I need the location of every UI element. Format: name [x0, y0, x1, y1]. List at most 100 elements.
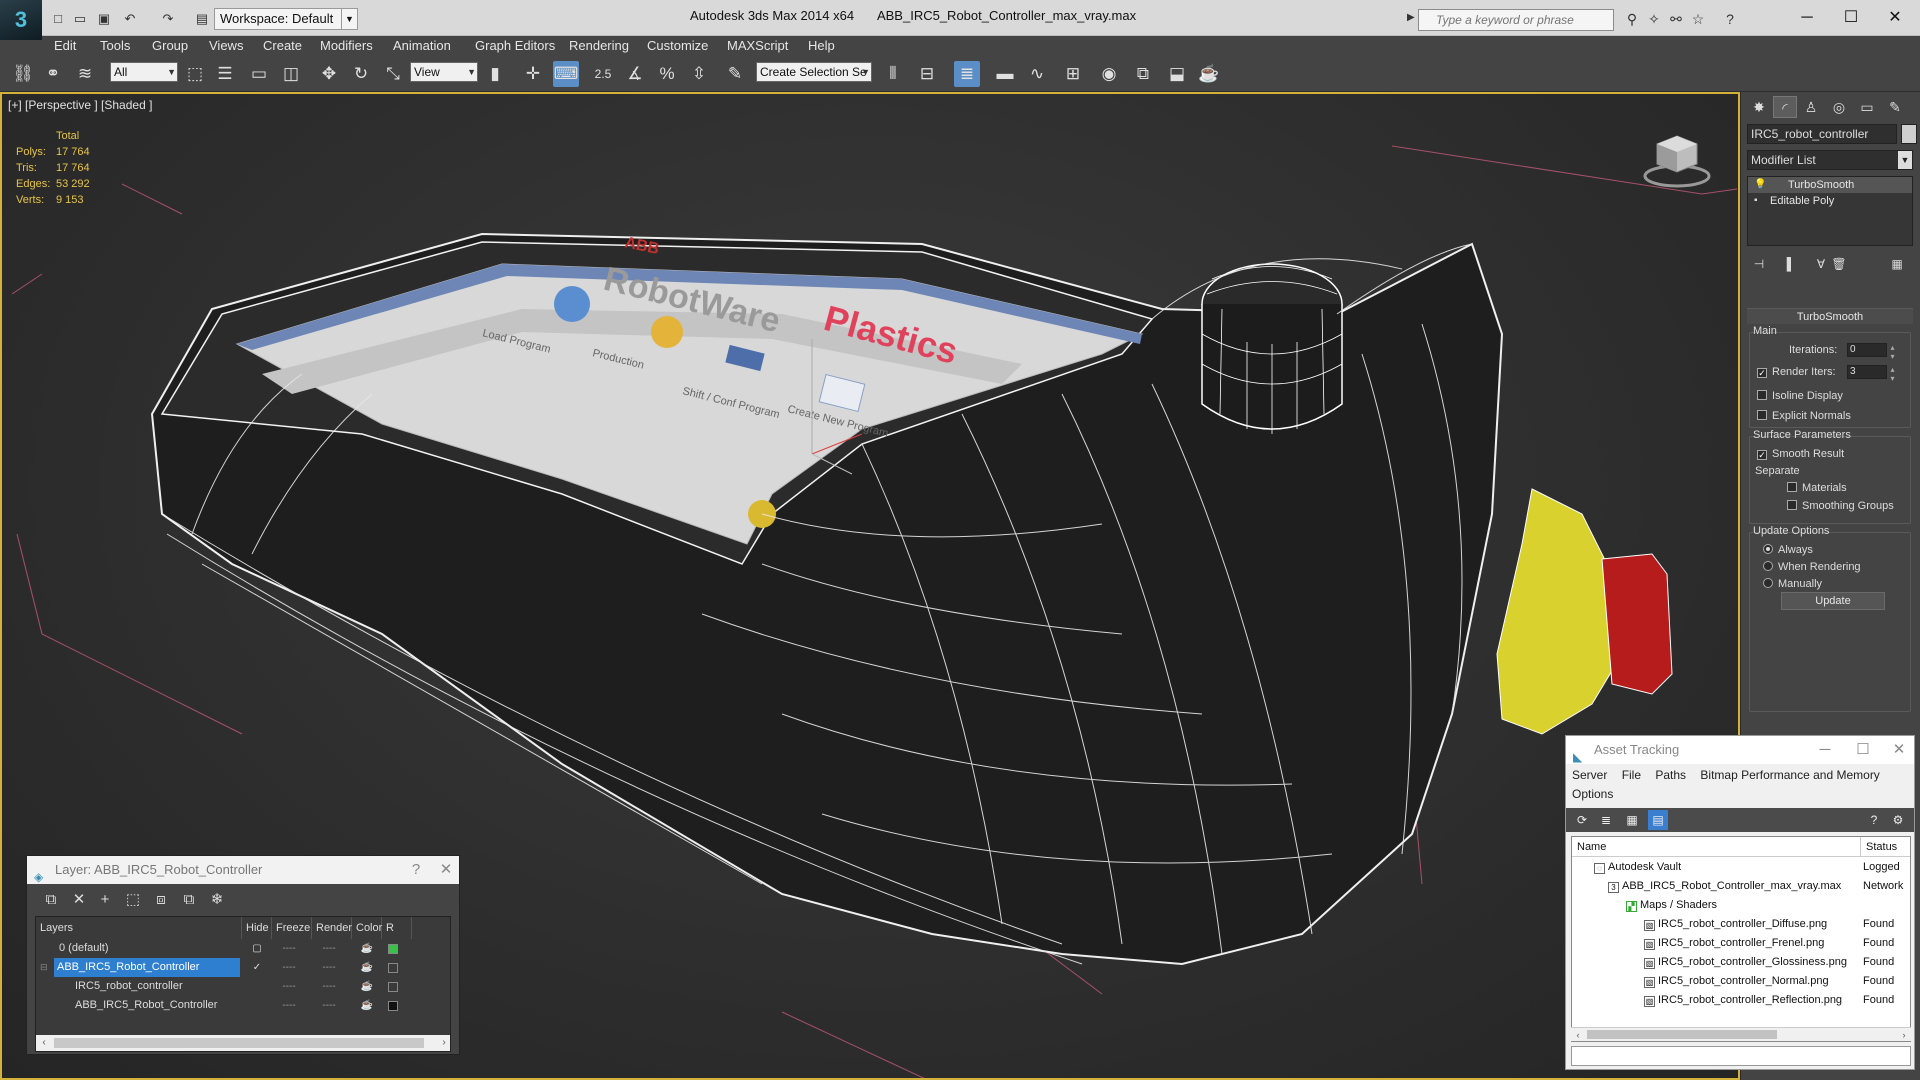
hide-cell[interactable]: ----	[272, 939, 306, 958]
render-teapot-icon[interactable]: ☕	[352, 977, 382, 996]
col-radiosity[interactable]: R	[382, 917, 412, 939]
menu-maxscript[interactable]: MAXScript	[727, 38, 788, 53]
open-file-icon[interactable]: ▭	[70, 9, 90, 29]
window-crossing-icon[interactable]: ◫	[278, 61, 304, 87]
create-tab-icon[interactable]: ✸	[1747, 96, 1771, 118]
freeze-cell[interactable]: ----	[312, 996, 346, 1015]
make-unique-icon[interactable]: ∀	[1811, 254, 1831, 274]
table-row[interactable]: ▧ IRC5_robot_controller_Normal.png Found	[1572, 972, 1910, 991]
select-by-name-icon[interactable]: ☰	[212, 61, 238, 87]
menu-customize[interactable]: Customize	[647, 38, 708, 53]
menu-views[interactable]: Views	[209, 38, 243, 53]
col-freeze[interactable]: Freeze	[272, 917, 312, 939]
pivot-center-icon[interactable]: ▮	[482, 61, 508, 87]
render-production-icon[interactable]: ☕	[1196, 61, 1222, 87]
expand-arrow-icon[interactable]: ▶	[1407, 12, 1415, 23]
smooth-result-checkbox[interactable]: ✓	[1757, 450, 1767, 460]
maximize-button[interactable]: ☐	[1848, 736, 1878, 764]
horizontal-scrollbar[interactable]: ‹ ›	[1571, 1027, 1911, 1041]
turbosmooth-rollout-title[interactable]: TurboSmooth	[1747, 308, 1913, 324]
hide-all-icon[interactable]: ⧉	[177, 888, 201, 912]
table-row[interactable]: ▧ IRC5_robot_controller_Diffuse.png Found	[1572, 915, 1910, 934]
settings-icon[interactable]: ⚙	[1888, 810, 1908, 830]
layer-window-titlebar[interactable]: ◈ Layer: ABB_IRC5_Robot_Controller	[27, 856, 459, 884]
table-row[interactable]: ABB_IRC5_Robot_Controller ---- ---- ☕	[36, 996, 450, 1015]
utilities-tab-icon[interactable]: ✎	[1883, 96, 1907, 118]
redo-icon[interactable]: ↷	[158, 9, 178, 29]
col-color[interactable]: Color	[352, 917, 382, 939]
layer-color-swatch[interactable]	[388, 944, 398, 954]
bind-space-warp-icon[interactable]: ≋	[72, 61, 98, 87]
table-row[interactable]: 3 ABB_IRC5_Robot_Controller_max_vray.max …	[1572, 877, 1910, 896]
scroll-left-icon[interactable]: ‹	[36, 1035, 52, 1051]
maximize-button[interactable]: ☐	[1828, 4, 1874, 32]
hide-cell[interactable]: ----	[272, 958, 306, 977]
snaps-toggle-icon[interactable]: 2.5	[590, 61, 616, 87]
freeze-all-icon[interactable]: ❄	[205, 888, 229, 912]
rectangular-selection-icon[interactable]: ▭	[246, 61, 272, 87]
select-manipulate-icon[interactable]: ✛	[520, 61, 546, 87]
rotate-icon[interactable]: ↻	[348, 61, 374, 87]
table-row[interactable]: ▧ IRC5_robot_controller_Reflection.png Fo…	[1572, 991, 1910, 1010]
table-row[interactable]: ▞ Maps / Shaders	[1572, 896, 1910, 915]
select-object-icon[interactable]: ⬚	[182, 61, 208, 87]
curve-editor-icon[interactable]: ∿	[1024, 61, 1050, 87]
close-button[interactable]: ✕	[1884, 736, 1914, 764]
modify-tab-icon[interactable]: ◜	[1773, 96, 1797, 118]
menu-group[interactable]: Group	[152, 38, 188, 53]
manually-radio[interactable]	[1763, 578, 1773, 588]
subscription-icon[interactable]: ✧	[1644, 9, 1664, 29]
active-layer-icon[interactable]: ▢	[250, 939, 264, 958]
hierarchy-tab-icon[interactable]: ♙	[1799, 96, 1823, 118]
mirror-icon[interactable]: ⫴	[880, 61, 906, 87]
menu-edit[interactable]: Edit	[54, 38, 76, 53]
minimize-button[interactable]: ─	[1810, 736, 1840, 764]
freeze-cell[interactable]: ----	[312, 977, 346, 996]
viewcube-icon[interactable]	[1642, 128, 1712, 188]
remove-modifier-icon[interactable]: 🗑	[1829, 254, 1849, 274]
menu-tools[interactable]: Tools	[100, 38, 130, 53]
close-button[interactable]: ✕	[1872, 4, 1918, 32]
show-end-result-icon[interactable]: ▌	[1781, 254, 1801, 274]
viewport-label[interactable]: [+] [Perspective ] [Shaded ]	[8, 98, 152, 112]
search-box[interactable]: ▶	[1407, 9, 1614, 31]
graphite-ribbon-icon[interactable]: ▬	[992, 61, 1018, 87]
table-view-icon[interactable]: ▤	[1648, 810, 1668, 830]
search-input[interactable]	[1419, 10, 1613, 30]
menu-animation[interactable]: Animation	[393, 38, 451, 53]
menu-graph-editors[interactable]: Graph Editors	[475, 38, 555, 53]
menu-bitmap-performance[interactable]: Bitmap Performance and Memory	[1700, 768, 1879, 782]
menu-options[interactable]: Options	[1572, 787, 1613, 801]
col-layers[interactable]: Layers	[36, 917, 242, 939]
render-teapot-icon[interactable]: ☕	[352, 996, 382, 1015]
isoline-checkbox[interactable]	[1757, 390, 1767, 400]
modifier-list-dropdown[interactable]: Modifier List ▼	[1747, 150, 1913, 170]
help-icon[interactable]: ?	[1720, 9, 1740, 29]
unlink-icon[interactable]: ⚭	[40, 61, 66, 87]
table-row[interactable]: IRC5_robot_controller ---- ---- ☕	[36, 977, 450, 996]
select-objects-icon[interactable]: ⬚	[121, 888, 145, 912]
undo-icon[interactable]: ↶	[120, 9, 140, 29]
named-selection-dropdown[interactable]: Create Selection Se ▼	[756, 62, 872, 82]
close-button[interactable]: ✕	[431, 856, 461, 884]
scroll-right-icon[interactable]: ›	[436, 1035, 450, 1051]
help-icon[interactable]: ?	[1864, 810, 1884, 830]
favorites-star-icon[interactable]: ☆	[1688, 9, 1708, 29]
layer-color-swatch[interactable]	[388, 963, 398, 973]
layer-color-swatch[interactable]	[388, 1001, 398, 1011]
stack-item-editable-poly[interactable]: ▪ Editable Poly	[1748, 193, 1912, 209]
spinner-snap-icon[interactable]: ⇳	[686, 61, 712, 87]
render-teapot-icon[interactable]: ☕	[352, 939, 382, 958]
save-icon[interactable]: ▣	[94, 9, 114, 29]
render-setup-icon[interactable]: ⧉	[1130, 61, 1156, 87]
object-name-field[interactable]: IRC5_robot_controller	[1747, 124, 1897, 144]
collapse-icon[interactable]: ⊟	[40, 958, 48, 977]
expand-icon[interactable]: ▪	[1754, 193, 1758, 209]
materials-checkbox[interactable]	[1787, 482, 1797, 492]
schematic-view-icon[interactable]: ⊞	[1060, 61, 1086, 87]
help-button[interactable]: ?	[401, 856, 431, 884]
refresh-icon[interactable]: ⟳	[1572, 810, 1592, 830]
ref-coord-dropdown[interactable]: View ▼	[410, 62, 478, 82]
menu-paths[interactable]: Paths	[1655, 768, 1686, 782]
new-file-icon[interactable]: □	[48, 9, 68, 29]
